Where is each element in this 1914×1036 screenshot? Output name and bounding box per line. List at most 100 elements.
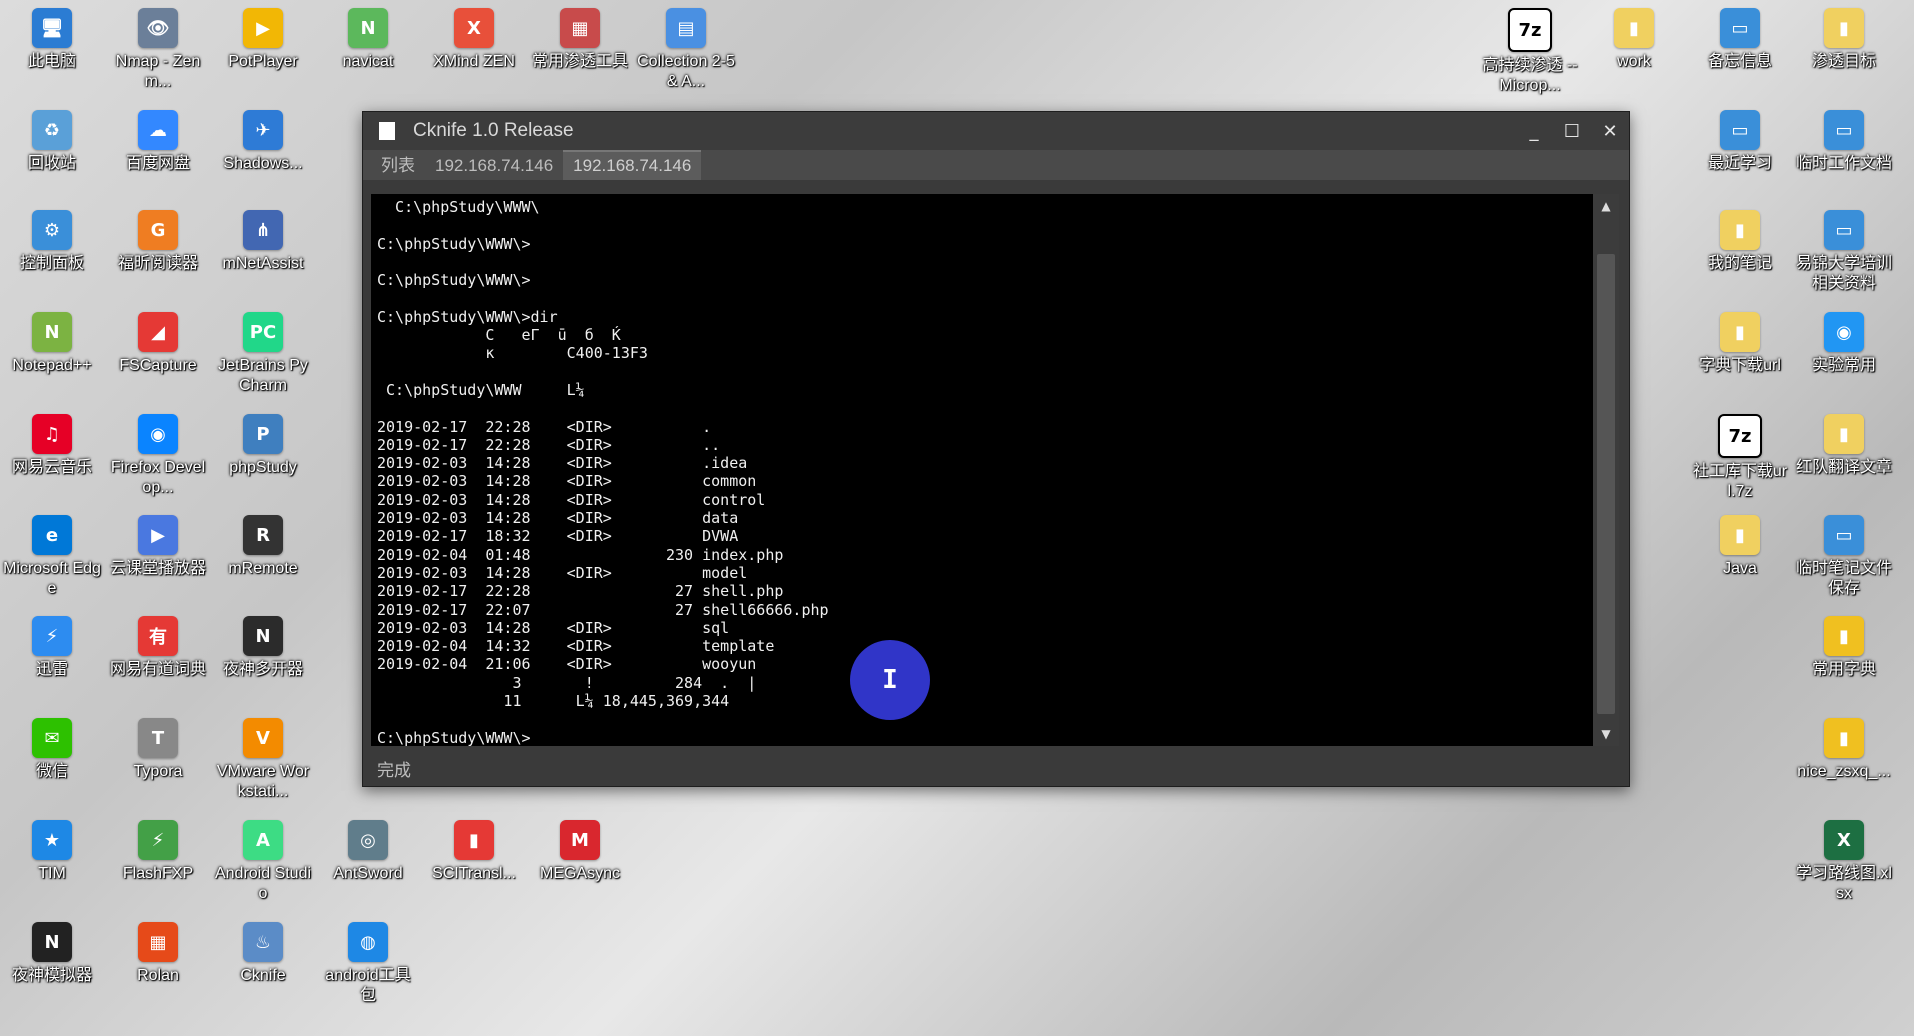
- desktop-icon[interactable]: ▮ SCITransl...: [424, 820, 524, 884]
- minimize-button[interactable]: _: [1515, 112, 1553, 150]
- desktop-icon[interactable]: ▭ 临时笔记文件保存: [1794, 515, 1894, 599]
- app-icon: P: [243, 414, 283, 454]
- desktop-icon[interactable]: ⚙ 控制面板: [2, 210, 102, 274]
- desktop-icon[interactable]: X XMind ZEN: [424, 8, 524, 72]
- desktop-icon[interactable]: 7z 高持续渗透 --Microp...: [1480, 8, 1580, 96]
- tab-host-1[interactable]: 192.168.74.146: [425, 152, 563, 180]
- desktop-icon-label: 备忘信息: [1707, 53, 1772, 70]
- desktop-icon[interactable]: ⚡ 迅雷: [2, 616, 102, 680]
- console-output[interactable]: C:\phpStudy\WWW\ C:\phpStudy\WWW\> C:\ph…: [371, 194, 1593, 746]
- desktop-icon[interactable]: ▮ 渗透目标: [1794, 8, 1894, 72]
- desktop-icon[interactable]: ▭ 临时工作文档: [1794, 110, 1894, 174]
- desktop-icon[interactable]: ◍ android工具包: [318, 922, 418, 1006]
- close-button[interactable]: ✕: [1591, 112, 1629, 150]
- desktop-icon[interactable]: ◉ 实验常用: [1794, 312, 1894, 376]
- desktop-icon[interactable]: ▮ nice_zsxq_...: [1794, 718, 1894, 782]
- tab-list[interactable]: 列表: [371, 147, 425, 180]
- desktop-icon[interactable]: ✉ 微信: [2, 718, 102, 782]
- desktop-icon[interactable]: ▮ 红队翻译文章: [1794, 414, 1894, 478]
- desktop-icon[interactable]: 有网易有道词典: [108, 616, 208, 680]
- desktop-icon-label: 夜神模拟器: [11, 967, 92, 984]
- desktop-icon[interactable]: ▮ 常用字典: [1794, 616, 1894, 680]
- desktop-icon-label: 微信: [35, 763, 68, 780]
- app-icon: N: [32, 312, 72, 352]
- desktop-icon[interactable]: ▭ 易锦大学培训相关资料: [1794, 210, 1894, 294]
- desktop-icon[interactable]: M MEGAsync: [530, 820, 630, 884]
- desktop-icon[interactable]: X 学习路线图.xlsx: [1794, 820, 1894, 904]
- desktop-icon[interactable]: ▤ Collection 2-5 & A...: [636, 8, 736, 92]
- desktop-icon[interactable]: PC JetBrains PyCharm: [213, 312, 313, 396]
- desktop-icon[interactable]: ▶ PotPlayer: [213, 8, 313, 72]
- console-line: 2019-02-03 14:28 <DIR> model: [377, 563, 748, 582]
- desktop-icon[interactable]: 7z 社工库下载url.7z: [1690, 414, 1790, 502]
- maximize-button[interactable]: ☐: [1553, 112, 1591, 150]
- desktop-icon-label: 夜神多开器: [222, 661, 303, 678]
- desktop-icon[interactable]: ▮ 字典下载url: [1690, 312, 1790, 376]
- desktop-icon[interactable]: G 福昕阅读器: [108, 210, 208, 274]
- desktop-icon[interactable]: ▦ Rolan: [108, 922, 208, 986]
- desktop-icon-label: PotPlayer: [228, 53, 298, 70]
- desktop-icon[interactable]: ▭ 最近学习: [1690, 110, 1790, 174]
- desktop-icon-label: Shadows...: [223, 155, 303, 172]
- desktop-icon[interactable]: N 夜神多开器: [213, 616, 313, 680]
- console-line: 2019-02-03 14:28 <DIR> common: [377, 472, 757, 491]
- app-icon: N: [32, 922, 72, 962]
- desktop-icon[interactable]: V VMware Workstati...: [213, 718, 313, 802]
- app-icon: N: [243, 616, 283, 656]
- desktop-icon-label: phpStudy: [229, 459, 297, 476]
- cknife-window[interactable]: Cknife 1.0 Release _ ☐ ✕ 列表 192.168.74.1…: [362, 111, 1630, 787]
- desktop-icon-label: 回收站: [27, 155, 76, 172]
- desktop-icon-label: 临时笔记文件保存: [1795, 560, 1892, 597]
- desktop-icon-label: 云课堂播放器: [109, 560, 206, 577]
- desktop-icon[interactable]: RmRemote: [213, 515, 313, 579]
- app-icon: e: [32, 515, 72, 555]
- desktop-icon[interactable]: ◎ AntSword: [318, 820, 418, 884]
- desktop-icon[interactable]: ⋔ mNetAssist: [213, 210, 313, 274]
- desktop-icon[interactable]: ★ TIM: [2, 820, 102, 884]
- app-icon: ⚡: [32, 616, 72, 656]
- desktop-icon-label: 字典下载url: [1699, 357, 1781, 374]
- scroll-up-icon[interactable]: ▲: [1593, 194, 1619, 218]
- desktop-icon[interactable]: ✈ Shadows...: [213, 110, 313, 174]
- app-icon: 7z: [1718, 414, 1762, 458]
- desktop-icon[interactable]: T Typora: [108, 718, 208, 782]
- desktop-icon[interactable]: ◉ Firefox Develop...: [108, 414, 208, 498]
- desktop-icon[interactable]: 🖥 此电脑: [2, 8, 102, 72]
- scrollbar[interactable]: ▲ ▼: [1593, 194, 1619, 746]
- title-bar[interactable]: Cknife 1.0 Release _ ☐ ✕: [363, 112, 1629, 150]
- desktop-icon[interactable]: N Notepad++: [2, 312, 102, 376]
- desktop-icon[interactable]: e Microsoft Edge: [2, 515, 102, 599]
- app-icon: R: [243, 515, 283, 555]
- desktop-icon[interactable]: ▮ work: [1584, 8, 1684, 72]
- desktop-icon-label: Java: [1723, 560, 1757, 577]
- desktop-icon[interactable]: 👁 Nmap - Zenm...: [108, 8, 208, 92]
- app-icon: ★: [32, 820, 72, 860]
- desktop-icon[interactable]: A Android Studio: [213, 820, 313, 904]
- app-icon: ▮: [1614, 8, 1654, 48]
- desktop-icon[interactable]: ☁ 百度网盘: [108, 110, 208, 174]
- desktop-icon[interactable]: ♫ 网易云音乐: [2, 414, 102, 478]
- desktop-icon-label: 社工库下载url.7z: [1692, 463, 1788, 500]
- desktop-icon[interactable]: ◢ FSCapture: [108, 312, 208, 376]
- desktop-icon-label: 网易云音乐: [11, 459, 92, 476]
- desktop-icon[interactable]: ▶ 云课堂播放器: [108, 515, 208, 579]
- desktop-icon-label: Microsoft Edge: [3, 560, 101, 597]
- desktop-icon[interactable]: N 夜神模拟器: [2, 922, 102, 986]
- desktop-icon[interactable]: ▮ 我的笔记: [1690, 210, 1790, 274]
- desktop-icon[interactable]: Nnavicat: [318, 8, 418, 72]
- desktop-icon[interactable]: ▦ 常用渗透工具: [530, 8, 630, 72]
- desktop-icon-label: mNetAssist: [222, 255, 304, 272]
- desktop-icon[interactable]: ▭ 备忘信息: [1690, 8, 1790, 72]
- desktop-icon[interactable]: ▮ Java: [1690, 515, 1790, 579]
- desktop-icon-label: 最近学习: [1707, 155, 1772, 172]
- console-line: C:\phpStudy\WWW\>: [377, 271, 531, 290]
- scroll-down-icon[interactable]: ▼: [1593, 722, 1619, 746]
- desktop-icon[interactable]: ♨ Cknife: [213, 922, 313, 986]
- desktop-icon[interactable]: ♻ 回收站: [2, 110, 102, 174]
- scroll-thumb[interactable]: [1597, 254, 1615, 714]
- desktop-icon[interactable]: PphpStudy: [213, 414, 313, 478]
- desktop-icon[interactable]: ⚡ FlashFXP: [108, 820, 208, 884]
- app-icon: 有: [138, 616, 178, 656]
- tab-host-2[interactable]: 192.168.74.146: [563, 150, 702, 180]
